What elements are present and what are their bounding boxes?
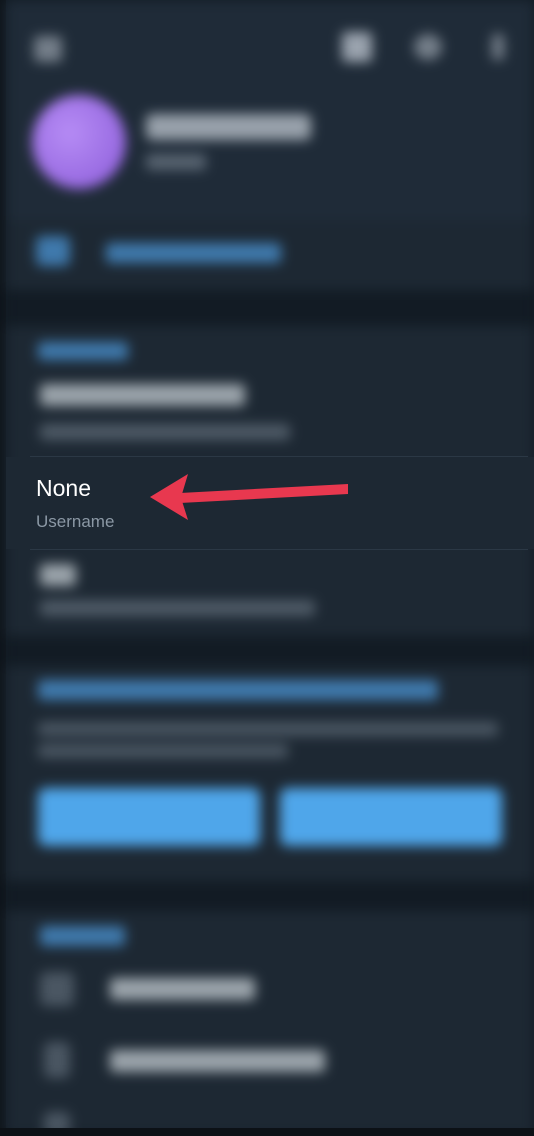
menu-icon[interactable] — [34, 36, 62, 62]
screen: None Username — [0, 0, 534, 1136]
section-gap — [6, 881, 534, 911]
username-label: Username — [36, 512, 115, 531]
promo-button-right[interactable] — [280, 788, 502, 846]
settings-item-chat[interactable] — [110, 978, 255, 1000]
lock-icon — [44, 1042, 70, 1078]
phone-hint — [40, 424, 290, 440]
chat-icon — [40, 972, 74, 1006]
bottom-edge — [0, 1128, 534, 1136]
avatar[interactable] — [32, 95, 126, 189]
settings-item-privacy[interactable] — [110, 1050, 325, 1072]
camera-icon — [36, 236, 70, 266]
promo-button-left[interactable] — [38, 788, 260, 846]
arrow-shaft — [180, 484, 348, 503]
phone-number[interactable] — [40, 384, 245, 406]
bio-value[interactable] — [40, 564, 76, 586]
promo-title — [38, 680, 438, 700]
divider — [30, 549, 528, 550]
set-photo-label — [106, 243, 281, 263]
section-gap — [6, 290, 534, 326]
section-gap — [6, 636, 534, 666]
settings-header — [40, 926, 125, 946]
bio-hint — [40, 600, 315, 616]
profile-name — [146, 114, 311, 140]
promo-text — [38, 744, 288, 758]
blurred-background — [6, 0, 534, 1136]
more-icon[interactable] — [492, 34, 504, 60]
username-value: None — [36, 475, 91, 501]
annotation-arrow — [150, 474, 348, 520]
promo-text — [38, 722, 498, 736]
account-header — [38, 342, 128, 360]
search-icon[interactable] — [414, 34, 442, 60]
profile-status — [146, 154, 206, 170]
qr-code-icon[interactable] — [342, 32, 372, 62]
